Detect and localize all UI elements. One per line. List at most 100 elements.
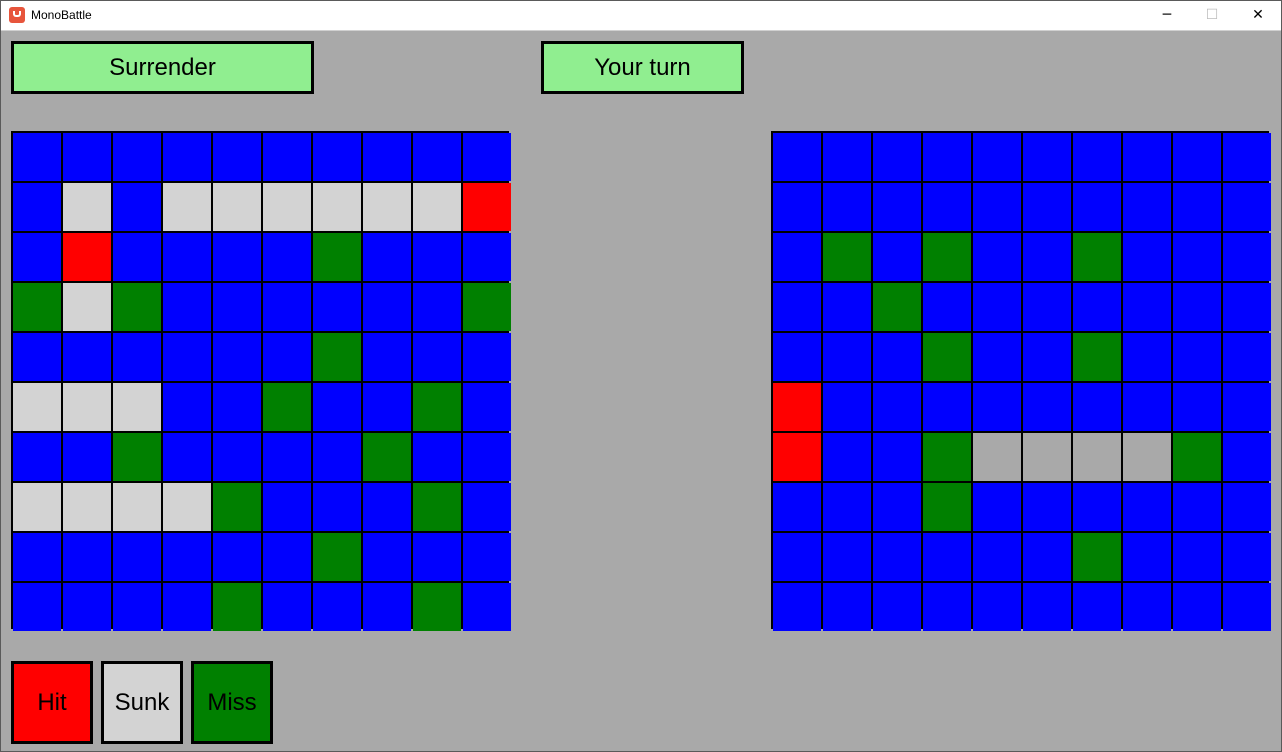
board-cell-water[interactable] [1023, 333, 1071, 381]
board-cell-water[interactable] [923, 133, 971, 181]
board-cell-miss[interactable] [923, 333, 971, 381]
board-cell-water[interactable] [973, 333, 1021, 381]
board-cell-water[interactable] [923, 533, 971, 581]
board-cell-water[interactable] [1123, 233, 1171, 281]
board-cell-water[interactable] [923, 283, 971, 331]
board-cell-water[interactable] [973, 533, 1021, 581]
board-cell-sunk[interactable] [1023, 433, 1071, 481]
board-cell-water[interactable] [1023, 533, 1071, 581]
board-cell-water[interactable] [973, 183, 1021, 231]
board-cell-water[interactable] [873, 483, 921, 531]
board-cell-water[interactable] [1123, 333, 1171, 381]
board-cell-water[interactable] [1023, 383, 1071, 431]
board-cell-water[interactable] [773, 533, 821, 581]
board-cell-water[interactable] [1123, 583, 1171, 631]
board-cell-water[interactable] [873, 233, 921, 281]
enemy-board[interactable] [771, 131, 1271, 631]
board-cell-water[interactable] [973, 233, 1021, 281]
board-cell-water[interactable] [1173, 233, 1221, 281]
board-cell-miss[interactable] [873, 283, 921, 331]
board-cell-water[interactable] [1123, 283, 1171, 331]
board-cell-water[interactable] [1123, 133, 1171, 181]
board-cell-water[interactable] [873, 133, 921, 181]
board-cell-water[interactable] [773, 183, 821, 231]
board-cell-water[interactable] [1223, 483, 1271, 531]
board-cell-water[interactable] [873, 333, 921, 381]
board-cell-hit[interactable] [773, 433, 821, 481]
board-cell-miss[interactable] [923, 233, 971, 281]
board-cell-water[interactable] [1223, 583, 1271, 631]
board-cell-water[interactable] [1073, 583, 1121, 631]
board-cell-water[interactable] [973, 483, 1021, 531]
board-cell-miss[interactable] [1073, 333, 1121, 381]
board-cell-water[interactable] [823, 333, 871, 381]
board-cell-water[interactable] [1073, 483, 1121, 531]
maximize-button[interactable]: ☐ [1189, 0, 1235, 30]
board-cell-water[interactable] [1173, 183, 1221, 231]
board-cell-water[interactable] [773, 133, 821, 181]
board-cell-water[interactable] [823, 283, 871, 331]
board-cell-water[interactable] [1173, 133, 1221, 181]
board-cell-water[interactable] [773, 283, 821, 331]
board-cell-water[interactable] [773, 333, 821, 381]
board-cell-water[interactable] [1123, 533, 1171, 581]
board-cell-water[interactable] [973, 283, 1021, 331]
board-cell-miss[interactable] [1073, 533, 1121, 581]
board-cell-water[interactable] [823, 533, 871, 581]
board-cell-water[interactable] [1223, 233, 1271, 281]
board-cell-water[interactable] [1173, 383, 1221, 431]
board-cell-sunk[interactable] [1123, 433, 1171, 481]
board-cell-water[interactable] [1023, 483, 1071, 531]
board-cell-water[interactable] [973, 133, 1021, 181]
board-cell-water[interactable] [1073, 133, 1121, 181]
board-cell-water[interactable] [1173, 333, 1221, 381]
board-cell-water[interactable] [1023, 133, 1071, 181]
board-cell-sunk[interactable] [973, 433, 1021, 481]
board-cell-miss[interactable] [823, 233, 871, 281]
board-cell-water[interactable] [1073, 283, 1121, 331]
board-cell-water[interactable] [1023, 183, 1071, 231]
board-cell-water[interactable] [1123, 483, 1171, 531]
board-cell-miss[interactable] [923, 433, 971, 481]
board-cell-water[interactable] [823, 133, 871, 181]
board-cell-water[interactable] [973, 583, 1021, 631]
board-cell-water[interactable] [1073, 383, 1121, 431]
board-cell-water[interactable] [1223, 133, 1271, 181]
board-cell-water[interactable] [1173, 283, 1221, 331]
board-cell-water[interactable] [1173, 483, 1221, 531]
board-cell-water[interactable] [923, 383, 971, 431]
board-cell-water[interactable] [1223, 433, 1271, 481]
board-cell-water[interactable] [823, 483, 871, 531]
board-cell-water[interactable] [873, 533, 921, 581]
board-cell-water[interactable] [873, 383, 921, 431]
board-cell-miss[interactable] [1073, 233, 1121, 281]
board-cell-water[interactable] [1023, 283, 1071, 331]
close-button[interactable]: ✕ [1235, 0, 1281, 30]
board-cell-miss[interactable] [923, 483, 971, 531]
board-cell-water[interactable] [1173, 583, 1221, 631]
board-cell-water[interactable] [1123, 383, 1171, 431]
board-cell-water[interactable] [1223, 383, 1271, 431]
board-cell-water[interactable] [923, 183, 971, 231]
minimize-button[interactable]: ─ [1144, 0, 1190, 30]
board-cell-water[interactable] [1123, 183, 1171, 231]
board-cell-water[interactable] [1223, 533, 1271, 581]
board-cell-sunk[interactable] [1073, 433, 1121, 481]
board-cell-water[interactable] [773, 583, 821, 631]
board-cell-water[interactable] [873, 583, 921, 631]
board-cell-water[interactable] [773, 483, 821, 531]
board-cell-water[interactable] [1223, 183, 1271, 231]
board-cell-water[interactable] [1073, 183, 1121, 231]
board-cell-water[interactable] [1173, 533, 1221, 581]
board-cell-hit[interactable] [773, 383, 821, 431]
board-cell-water[interactable] [1023, 583, 1071, 631]
board-cell-water[interactable] [823, 583, 871, 631]
board-cell-water[interactable] [923, 583, 971, 631]
board-cell-water[interactable] [1023, 233, 1071, 281]
board-cell-water[interactable] [823, 383, 871, 431]
board-cell-water[interactable] [823, 183, 871, 231]
board-cell-water[interactable] [873, 183, 921, 231]
board-cell-water[interactable] [973, 383, 1021, 431]
board-cell-water[interactable] [873, 433, 921, 481]
surrender-button[interactable]: Surrender [11, 41, 314, 94]
